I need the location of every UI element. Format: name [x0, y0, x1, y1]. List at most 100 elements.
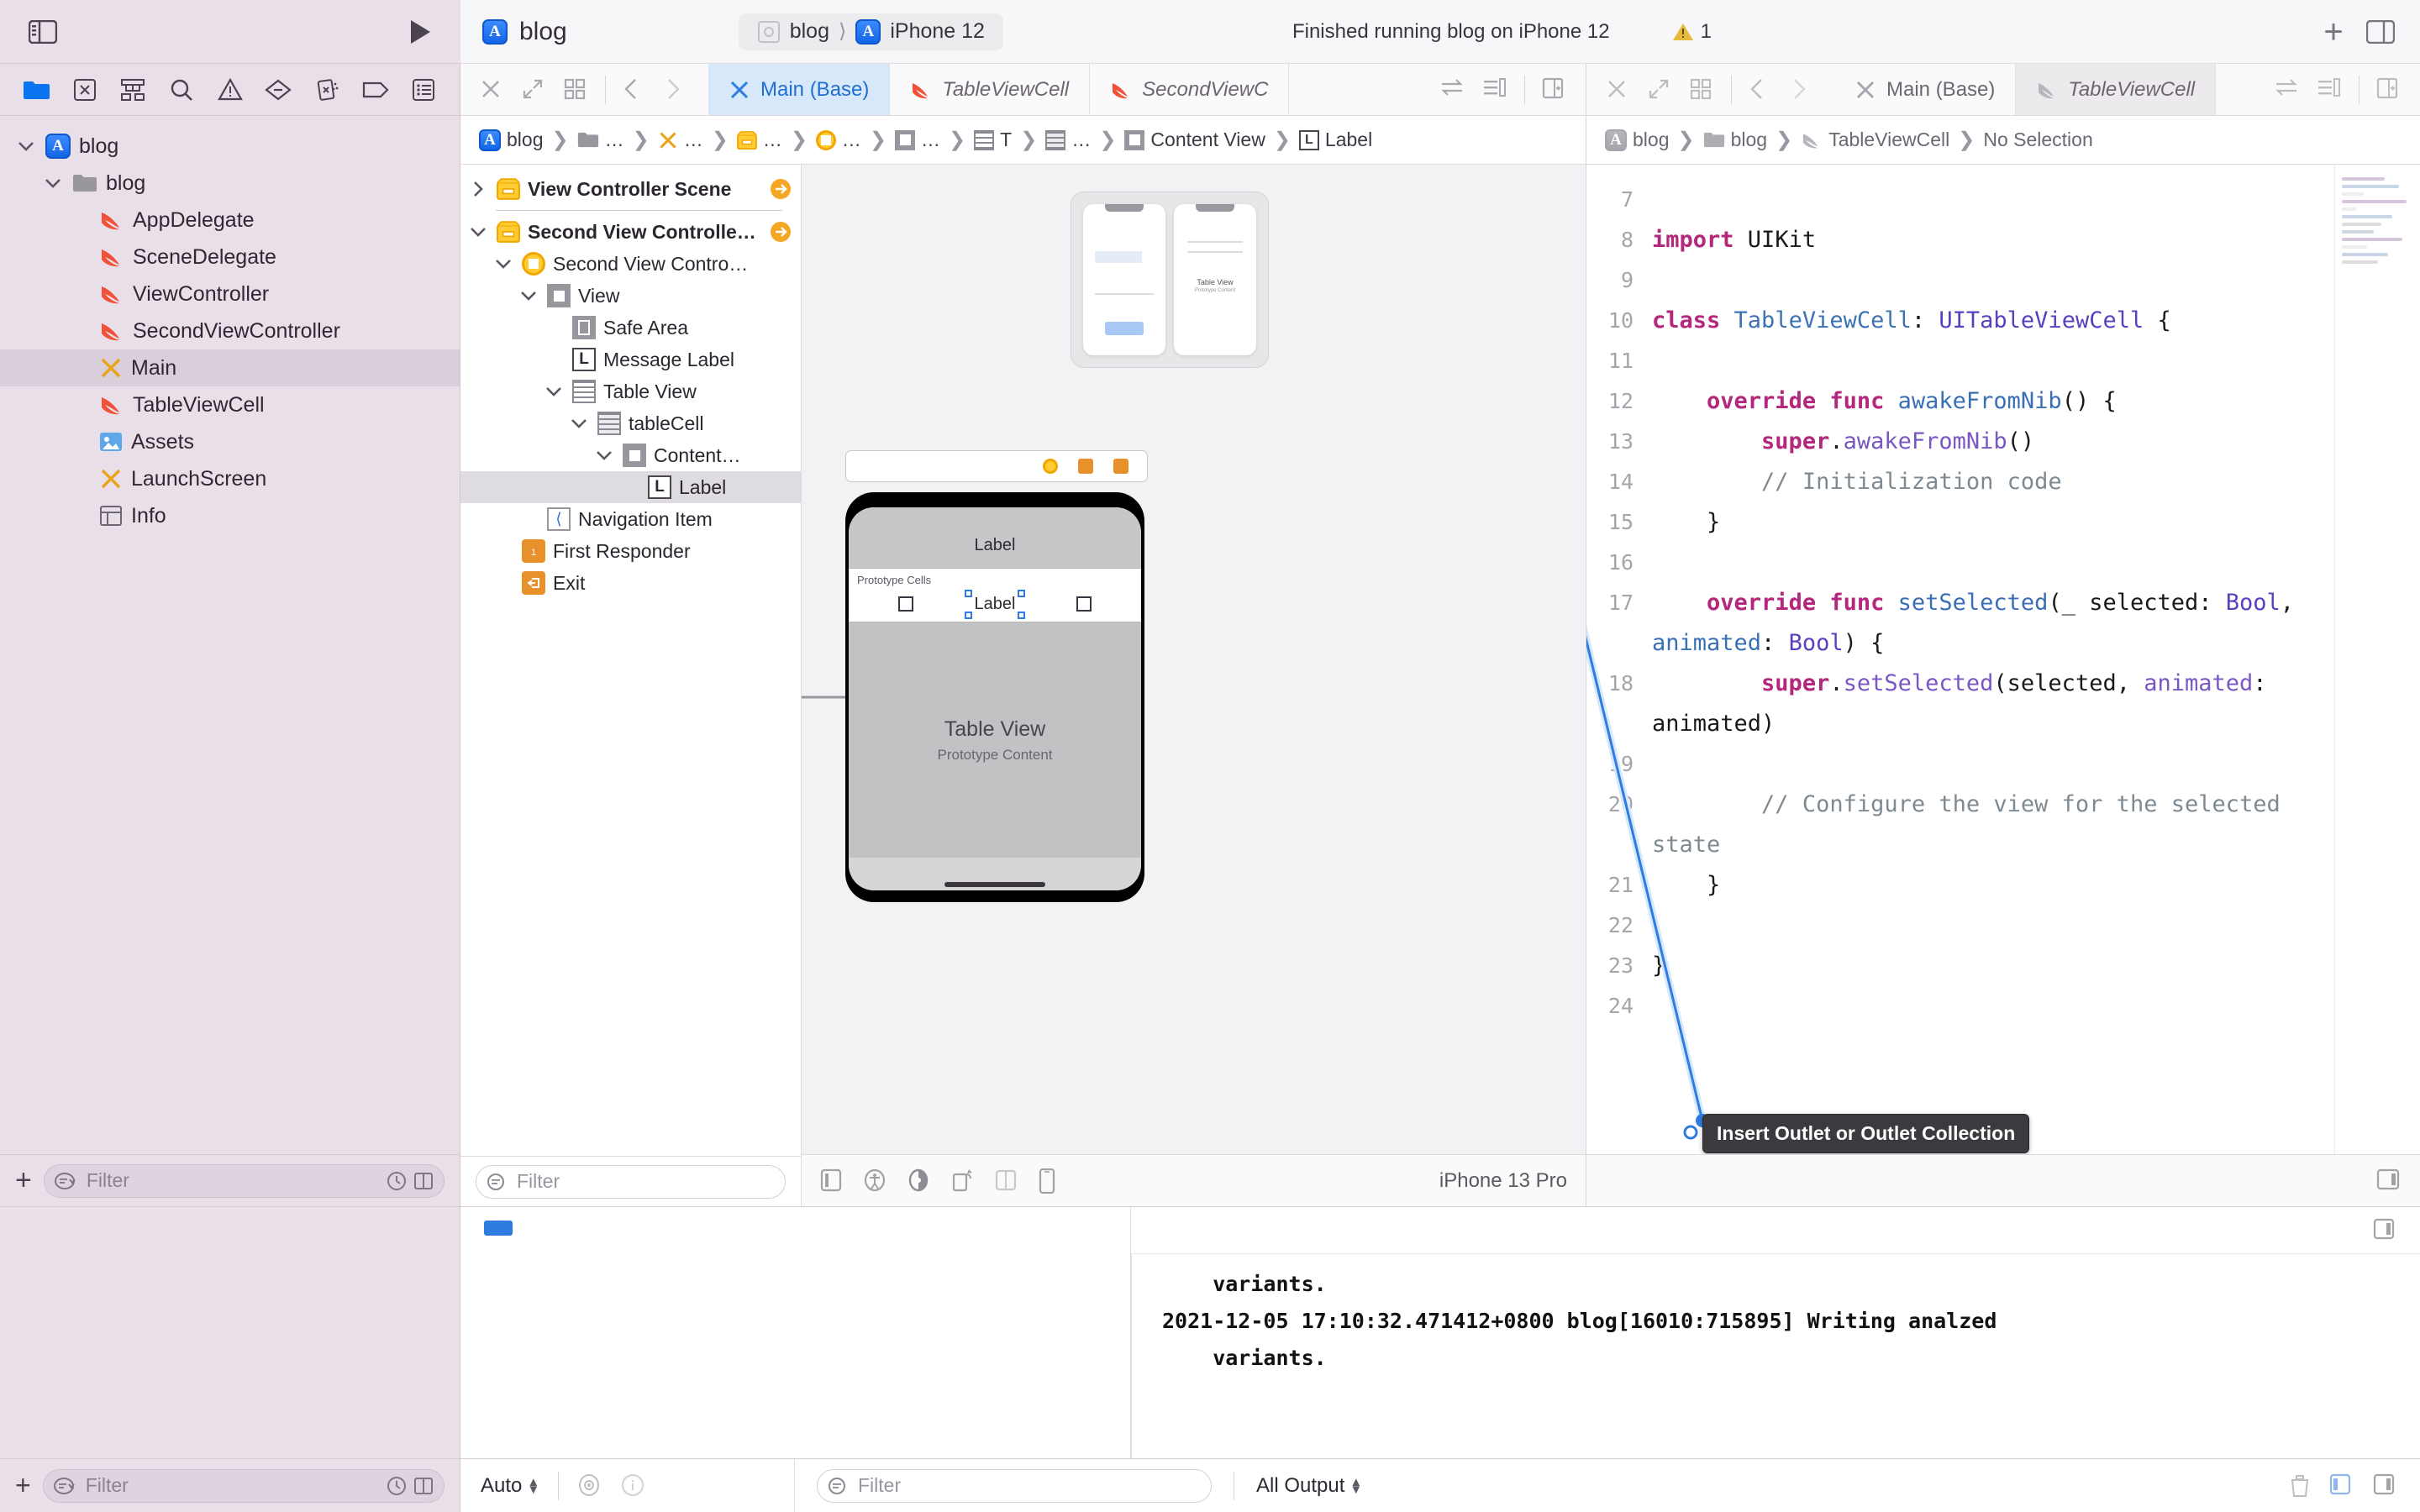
first-responder-dock-icon[interactable] — [1078, 459, 1093, 474]
chevron-down-icon[interactable] — [543, 385, 565, 398]
code-line[interactable]: 22 — [1586, 906, 2334, 946]
lines-icon[interactable] — [2317, 77, 2342, 102]
code-text[interactable]: super.setSelected(selected, animated: an… — [1652, 664, 2334, 744]
scheme-selector[interactable]: blog ⟩ iPhone 12 — [738, 13, 1003, 50]
canvas-device-name[interactable]: iPhone 13 Pro — [1439, 1169, 1567, 1193]
debug-scale-selector[interactable]: Auto ▲ ▼ — [481, 1474, 539, 1498]
breadcrumb-item[interactable]: … — [1045, 129, 1091, 151]
scene-arrow-icon[interactable] — [769, 177, 792, 201]
tab-secondviewcontroller[interactable]: SecondViewC — [1090, 64, 1290, 115]
code-line[interactable]: 11 — [1586, 341, 2334, 381]
recent-icon[interactable] — [387, 1171, 407, 1191]
navigator-item-appdelegate[interactable]: AppDelegate — [0, 202, 460, 239]
breadcrumb-item[interactable]: T — [974, 129, 1012, 151]
lines-icon[interactable] — [1482, 77, 1507, 102]
navigator-item-blog[interactable]: blog — [0, 165, 460, 202]
navigator-tab-debug[interactable] — [302, 71, 351, 109]
close-icon[interactable] — [1605, 77, 1630, 102]
close-icon[interactable] — [479, 77, 504, 102]
code-line[interactable]: 10 class TableViewCell: UITableViewCell { — [1586, 301, 2334, 341]
expand-icon[interactable] — [521, 77, 546, 102]
outline-item-exit[interactable]: Exit — [460, 567, 801, 599]
code-lines[interactable]: 7 8 import UIKit 9 10 class TableViewCell: UI… — [1586, 165, 2334, 1154]
chevron-down-icon[interactable] — [492, 257, 514, 270]
recent-icon[interactable] — [387, 1476, 407, 1496]
breadcrumb-item[interactable]: TableViewCell — [1801, 129, 1949, 151]
info-icon[interactable] — [621, 1473, 646, 1499]
device-icon[interactable] — [1039, 1168, 1064, 1194]
code-text[interactable]: // Configure the view for the selected s… — [1652, 785, 2334, 865]
outline-item-first-responder[interactable]: 1 First Responder — [460, 535, 801, 567]
storyboard-canvas[interactable]: Table View Prototype Content Label Proto… — [802, 165, 1586, 1206]
add-editor-icon[interactable] — [2376, 77, 2402, 102]
mini-scene-second[interactable]: Table View Prototype Content — [1174, 204, 1256, 355]
code-text[interactable]: class TableViewCell: UITableViewCell { — [1652, 301, 2171, 341]
navigator-tab-issues[interactable] — [206, 71, 255, 109]
tab-tableviewcell[interactable]: TableViewCell — [890, 64, 1091, 115]
prototype-cell-row[interactable]: Label — [849, 586, 1141, 622]
outline-item-second-view-contro[interactable]: Second View Contro… — [460, 248, 801, 280]
chevron-right-icon[interactable] — [467, 180, 489, 198]
sidebar-right-icon[interactable] — [2363, 14, 2398, 50]
console-filter-input[interactable]: Filter — [817, 1468, 1212, 1503]
navigator-tab-find[interactable] — [157, 71, 206, 109]
grid-icon[interactable] — [563, 77, 588, 102]
chevron-down-icon[interactable] — [42, 176, 64, 190]
forward-chevron-icon[interactable] — [665, 77, 690, 102]
panel-icon[interactable] — [820, 1168, 845, 1194]
right-panel-icon[interactable] — [2376, 1168, 2402, 1194]
tab-main-base[interactable]: Main (Base) — [708, 64, 891, 115]
chevron-down-icon[interactable] — [467, 225, 489, 239]
breadcrumb-item[interactable]: blog — [1605, 129, 1669, 151]
appearance-icon[interactable] — [908, 1168, 933, 1194]
code-text[interactable]: } — [1652, 946, 1665, 986]
outline-item-message-label[interactable]: L Message Label — [460, 344, 801, 375]
breadcrumb-item[interactable]: … — [736, 129, 782, 151]
navigator-filter-input[interactable]: Filter — [43, 1163, 445, 1198]
outline-item-tablecell[interactable]: tableCell — [460, 407, 801, 439]
code-line[interactable]: 24 — [1586, 986, 2334, 1026]
accessibility-icon[interactable] — [864, 1168, 889, 1194]
breadcrumb-item[interactable]: … — [577, 129, 624, 151]
code-text[interactable]: // Initialization code — [1652, 462, 2062, 502]
cell-label-selected[interactable]: Label — [964, 589, 1026, 619]
navigator-item-tableviewcell[interactable]: TableViewCell — [0, 386, 460, 423]
code-line[interactable]: 7 — [1586, 180, 2334, 220]
code-line[interactable]: 19 — [1586, 744, 2334, 785]
forward-chevron-icon[interactable] — [1791, 77, 1816, 102]
breadcrumb-item[interactable]: Content View — [1124, 129, 1265, 151]
mini-scene-first[interactable] — [1083, 204, 1165, 355]
breadcrumb-item[interactable]: … — [815, 129, 861, 151]
code-line[interactable]: 17 override func setSelected(_ selected:… — [1586, 583, 2334, 664]
breadcrumb-item[interactable]: blog — [479, 129, 543, 151]
iphone-device-preview[interactable]: Label Prototype Cells Label Table View P… — [845, 492, 1144, 902]
right-tab-main-base[interactable]: Main (Base) — [1834, 64, 2017, 115]
code-minimap[interactable] — [2334, 165, 2420, 1154]
code-text[interactable]: override func awakeFromNib() { — [1652, 381, 2117, 422]
grid-icon[interactable] — [1689, 77, 1714, 102]
code-line[interactable]: 8 import UIKit — [1586, 220, 2334, 260]
code-area[interactable]: 7 8 import UIKit 9 10 class TableViewCell: UI… — [1586, 165, 2420, 1154]
code-line[interactable]: 16 — [1586, 543, 2334, 583]
code-text[interactable]: } — [1652, 865, 1720, 906]
console-panel-toggle-icon[interactable] — [2373, 1218, 2398, 1243]
navigator-tab-reports[interactable] — [399, 71, 448, 109]
code-line[interactable]: 15 } — [1586, 502, 2334, 543]
outline-item-navigation-item[interactable]: ⟨ Navigation Item — [460, 503, 801, 535]
add-editor-icon[interactable] — [1542, 77, 1567, 102]
chevron-down-icon[interactable] — [15, 139, 37, 153]
code-line[interactable]: 21 } — [1586, 865, 2334, 906]
breadcrumb-item[interactable]: … — [895, 129, 940, 151]
navigator-item-assets[interactable]: Assets — [0, 423, 460, 460]
navigator-item-info[interactable]: Info — [0, 497, 460, 534]
expand-icon[interactable] — [1647, 77, 1672, 102]
navigator-tab-symbol[interactable] — [108, 71, 157, 109]
chevron-down-icon[interactable] — [593, 449, 615, 462]
back-chevron-icon[interactable] — [623, 77, 648, 102]
right-tab-tableviewcell[interactable]: TableViewCell — [2016, 64, 2217, 115]
bottom-navigator-filter-input[interactable]: Filter — [42, 1468, 445, 1503]
code-line[interactable]: 18 super.setSelected(selected, animated:… — [1586, 664, 2334, 744]
navigator-tab-breakpoints[interactable] — [351, 71, 400, 109]
output-type-selector[interactable]: All Output ▲ ▼ — [1256, 1474, 1362, 1498]
right-panel-icon[interactable] — [2373, 1473, 2398, 1499]
